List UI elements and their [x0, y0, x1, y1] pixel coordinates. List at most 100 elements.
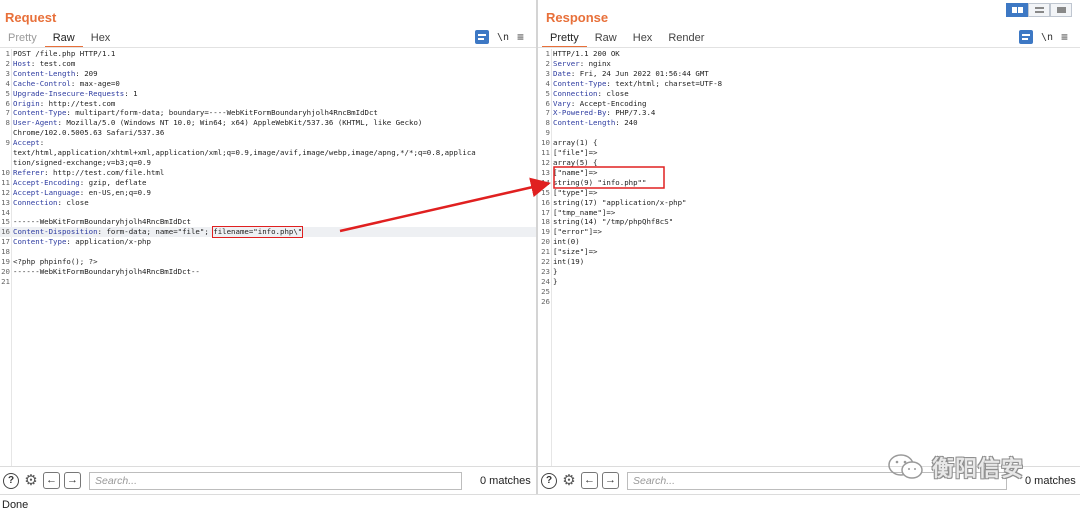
tabbed-layout-icon[interactable] [1050, 3, 1072, 17]
code-line: 21 [0, 277, 536, 287]
response-editor-toolbar: \n ≡ [1018, 30, 1068, 44]
line-text: ["tmp_name"]=> [553, 207, 616, 217]
line-text: Host: test.com [13, 58, 76, 68]
response-title: Response [546, 10, 609, 25]
line-number: 2 [545, 58, 550, 68]
line-number: 12 [1, 187, 10, 197]
request-search-bar: ? ⚙ ← → Search... 0 matches [0, 466, 536, 494]
menu-icon[interactable]: ≡ [517, 30, 524, 44]
side-by-side-layout-icon[interactable] [1006, 3, 1028, 17]
search-input[interactable]: Search... [89, 471, 462, 490]
line-text: Connection: close [553, 88, 629, 98]
previous-match-icon[interactable]: ← [43, 472, 60, 489]
code-line: tion/signed-exchange;v=b3;q=0.9 [0, 158, 536, 168]
request-tab-raw[interactable]: Raw [44, 30, 83, 48]
request-code[interactable]: 1 POST /file.php HTTP/1.1 2 Host: test.com 3… [0, 49, 536, 287]
line-number: 21 [541, 247, 550, 257]
line-number: 3 [545, 68, 550, 78]
request-editor[interactable]: 1 POST /file.php HTTP/1.1 2 Host: test.com 3… [0, 49, 536, 466]
code-line: 8 User-Agent: Mozilla/5.0 (Windows NT 10.… [0, 118, 536, 128]
wrap-lines-icon[interactable] [474, 30, 489, 44]
line-number: 15 [1, 217, 10, 227]
line-number: 8 [5, 118, 10, 128]
watermark-text: 衡阳信安 [932, 456, 1025, 481]
line-text: POST /file.php HTTP/1.1 [13, 49, 116, 58]
help-icon[interactable]: ? [541, 472, 557, 489]
line-text: ------WebKitFormBoundaryhjolh4RncBmIdDct [13, 217, 191, 227]
line-number: 15 [541, 187, 550, 197]
line-text: ["size"]=> [553, 247, 598, 257]
show-newlines-icon[interactable]: \n [1041, 32, 1053, 43]
show-newlines-icon[interactable]: \n [497, 32, 509, 43]
wrap-lines-icon[interactable] [1018, 30, 1033, 44]
line-text [10, 247, 13, 257]
line-text [550, 128, 553, 138]
response-tab-render[interactable]: Render [660, 30, 712, 48]
line-number: 13 [1, 197, 10, 207]
line-text: Content-Length: 209 [13, 68, 98, 78]
request-tab-hex[interactable]: Hex [83, 30, 119, 48]
code-line: 19 <?php phpinfo(); ?> [0, 257, 536, 267]
response-tab-raw[interactable]: Raw [587, 30, 625, 48]
response-tab-pretty[interactable]: Pretty [542, 30, 587, 48]
next-match-icon[interactable]: → [602, 472, 619, 489]
line-text: } [553, 276, 558, 286]
wechat-icon [888, 454, 923, 479]
code-line: 23} [538, 267, 1080, 277]
line-text: HTTP/1.1 200 OK [553, 49, 620, 58]
gear-icon[interactable]: ⚙ [561, 473, 577, 489]
menu-icon[interactable]: ≡ [1061, 30, 1068, 44]
line-text: string(9) "info.php"" [553, 177, 647, 187]
code-line: 20 ------WebKitFormBoundaryhjolh4RncBmIdD… [0, 267, 536, 277]
code-line: 12 array(5) { [538, 158, 1080, 168]
code-line: 5 Upgrade-Insecure-Requests: 1 [0, 89, 536, 99]
response-tabs: Pretty Raw Hex Render [542, 30, 712, 48]
line-number: 8 [545, 118, 550, 128]
code-line: 7 Content-Type: multipart/form-data; boun… [0, 108, 536, 118]
line-number: 21 [1, 276, 10, 286]
code-line: 3 Date: Fri, 24 Jun 2022 01:56:44 GMT [538, 69, 1080, 79]
line-text: Referer: http://test.com/file.html [13, 167, 165, 177]
code-line: 2 Host: test.com [0, 59, 536, 69]
help-icon[interactable]: ? [3, 472, 19, 489]
code-line: 20 int(0) [538, 237, 1080, 247]
line-text: ["error"]=> [553, 227, 602, 237]
request-tabs: Pretty Raw Hex [0, 30, 118, 48]
gear-icon[interactable]: ⚙ [23, 473, 39, 489]
response-editor[interactable]: 1 HTTP/1.1 200 OK 2 Server: nginx 3 Date: Fri… [538, 49, 1080, 466]
line-number: 14 [541, 177, 550, 187]
previous-match-icon[interactable]: ← [581, 472, 598, 489]
code-line: 13 ["name"]=> [538, 168, 1080, 178]
line-text: Server: nginx [553, 58, 611, 68]
response-code[interactable]: 1 HTTP/1.1 200 OK 2 Server: nginx 3 Date: Fri… [538, 49, 1080, 307]
response-tab-hex[interactable]: Hex [625, 30, 661, 48]
line-text: text/html,application/xhtml+xml,applicat… [13, 148, 476, 158]
stacked-layout-icon[interactable] [1028, 3, 1050, 17]
line-number: 9 [5, 138, 10, 148]
line-text: ["name"]=> [553, 167, 598, 177]
line-text: ["type"]=> [553, 187, 598, 197]
code-line: 3 Content-Length: 209 [0, 69, 536, 79]
line-number: 14 [1, 207, 10, 217]
line-text [10, 208, 13, 218]
code-line: 16 string(17) "application/x-php" [538, 198, 1080, 208]
request-tab-pretty[interactable]: Pretty [0, 30, 45, 48]
layout-toggle-group [1006, 3, 1072, 17]
line-text: Date: Fri, 24 Jun 2022 01:56:44 GMT [553, 68, 709, 78]
line-number: 17 [1, 237, 10, 247]
line-number: 11 [541, 148, 550, 158]
line-text: Content-Type: application/x-php [13, 237, 151, 247]
code-line: 9 [538, 128, 1080, 138]
line-number: 20 [1, 266, 10, 276]
line-number: 17 [541, 207, 550, 217]
line-number: 6 [5, 98, 10, 108]
code-line: 16 Content-Disposition: form-data; name="… [0, 226, 536, 239]
line-text: <?php phpinfo(); ?> [13, 257, 98, 267]
line-number: 7 [545, 108, 550, 118]
tabs-divider [0, 47, 536, 48]
line-number: 16 [541, 197, 550, 207]
next-match-icon[interactable]: → [64, 472, 81, 489]
response-pane: Response Pretty Raw Hex Render \n ≡ 1 HTT… [538, 0, 1080, 494]
line-number: 16 [1, 227, 10, 237]
line-number: 20 [541, 237, 550, 247]
